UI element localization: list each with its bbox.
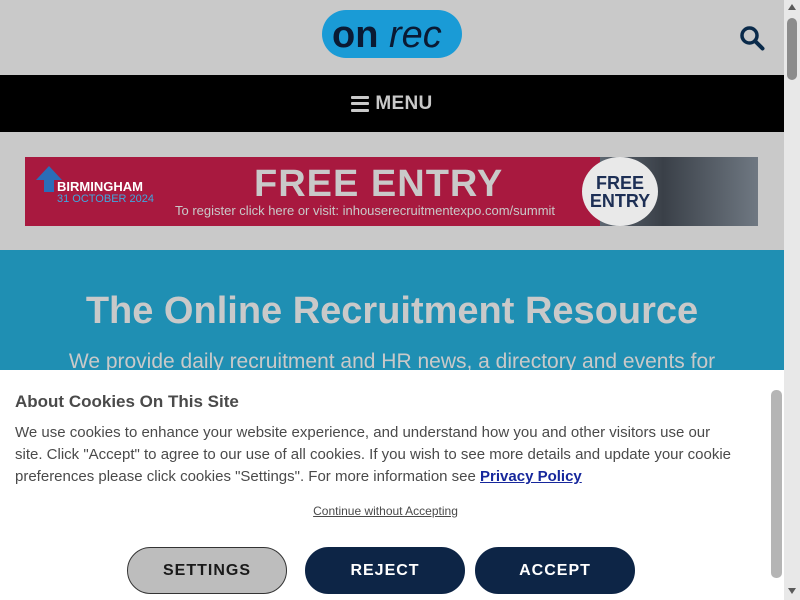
logo-text-rec: rec (389, 14, 442, 56)
banner-area: BIRMINGHAM 31 OCTOBER 2024 FREE ENTRY To… (0, 132, 784, 250)
event-banner-ad[interactable]: BIRMINGHAM 31 OCTOBER 2024 FREE ENTRY To… (25, 157, 758, 226)
onrec-logo[interactable]: on rec (322, 10, 462, 58)
menu-label: MENU (375, 92, 433, 114)
scroll-up-icon[interactable] (788, 4, 796, 10)
badge-line-1: FREE (595, 172, 644, 193)
privacy-policy-link[interactable]: Privacy Policy (480, 468, 582, 485)
accept-button[interactable]: ACCEPT (475, 547, 635, 594)
banner-headline: FREE ENTRY (254, 163, 504, 205)
page-scrollbar[interactable] (784, 0, 800, 600)
badge-line-2: ENTRY (589, 190, 651, 211)
reject-button[interactable]: REJECT (305, 547, 465, 594)
cookie-consent-dialog: About Cookies On This Site We use cookie… (0, 370, 784, 600)
dialog-scrollbar[interactable] (771, 390, 782, 578)
menu-button[interactable]: MENU (0, 75, 784, 132)
hamburger-icon (351, 95, 370, 112)
logo-text-on: on (332, 14, 378, 56)
banner-event-date: 31 OCTOBER 2024 (57, 193, 155, 205)
banner-event-info: BIRMINGHAM 31 OCTOBER 2024 (57, 179, 155, 205)
banner-event-city: BIRMINGHAM (57, 179, 143, 194)
hero-title: The Online Recruitment Resource (85, 290, 699, 332)
free-entry-badge: FREE ENTRY (582, 157, 658, 226)
cookie-body-text: We use cookies to enhance your website e… (15, 424, 732, 485)
site-header: on rec (0, 0, 784, 75)
continue-without-accepting-link[interactable]: Continue without Accepting (0, 504, 771, 518)
search-icon[interactable] (739, 25, 765, 51)
cookie-title: About Cookies On This Site (15, 392, 239, 411)
settings-button[interactable]: SETTINGS (127, 547, 287, 594)
cookie-text: We use cookies to enhance your website e… (15, 422, 735, 488)
scroll-down-icon[interactable] (788, 588, 796, 594)
scrollbar-thumb[interactable] (787, 18, 797, 80)
banner-register-text: To register click here or visit: inhouse… (175, 203, 556, 218)
